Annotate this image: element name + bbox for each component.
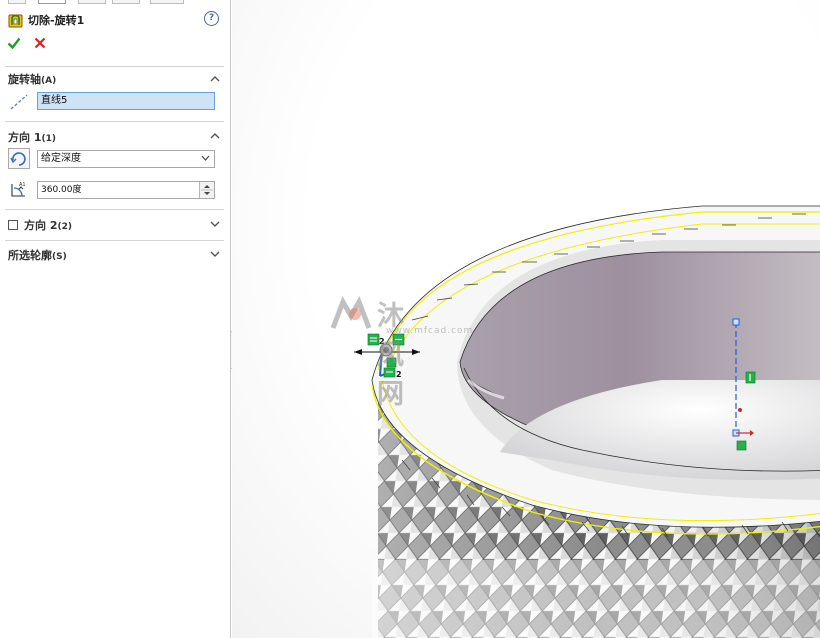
- section-direction2-header[interactable]: 方向 2(2): [24, 217, 72, 233]
- section-contours-header[interactable]: 所选轮廓(S): [8, 247, 67, 263]
- watermark-logo: [330, 296, 372, 329]
- watermark-url: www.mfcad.com: [386, 326, 474, 336]
- end-condition-value: 给定深度: [41, 153, 81, 164]
- tab-dimxpert[interactable]: [112, 0, 140, 4]
- spinner-arrows-icon: [201, 185, 213, 195]
- section-contours-count: (S): [52, 252, 67, 262]
- axis-line-icon: [10, 94, 28, 110]
- direction2-checkbox[interactable]: [8, 220, 18, 230]
- ok-check-icon[interactable]: [7, 36, 21, 50]
- chevron-down-icon[interactable]: [210, 221, 220, 228]
- reverse-direction-button[interactable]: [8, 148, 30, 169]
- divider: [5, 209, 224, 210]
- property-manager: 切除-旋转1 ? 旋转轴(A) 直线5 方向 1(1) 给定深度 A1 360.…: [0, 0, 231, 638]
- section-axis-header[interactable]: 旋转轴(A): [8, 71, 56, 87]
- tab-property-manager[interactable]: [38, 0, 66, 4]
- section-contours-label: 所选轮廓: [8, 249, 52, 262]
- axis-selection-field[interactable]: 直线5: [37, 92, 215, 110]
- divider: [5, 240, 224, 241]
- panel-tabs: [0, 0, 231, 5]
- section-direction1-count: (1): [41, 134, 56, 144]
- divider: [5, 121, 224, 122]
- section-axis-label: 旋转轴: [8, 73, 41, 86]
- svg-text:A1: A1: [19, 182, 26, 188]
- tab-feature-manager[interactable]: [8, 0, 26, 4]
- angle-value: 360.00度: [41, 185, 82, 195]
- fix-relation-icon: [736, 440, 747, 451]
- end-condition-select[interactable]: 给定深度: [37, 150, 215, 168]
- angle-spinner[interactable]: [199, 182, 214, 198]
- section-direction2-count: (2): [57, 222, 72, 232]
- panel-header: 切除-旋转1: [8, 11, 84, 29]
- graphics-viewport[interactable]: 2 2 沐风网 www.mfcad.com: [232, 0, 820, 638]
- feature-title: 切除-旋转1: [28, 14, 85, 27]
- help-icon[interactable]: ?: [204, 11, 219, 26]
- reverse-direction-icon: [10, 152, 26, 166]
- section-axis-count: (A): [41, 76, 57, 86]
- watermark: 沐风网 www.mfcad.com: [329, 294, 472, 410]
- section-direction2-label: 方向 2: [24, 219, 58, 232]
- tab-display-manager[interactable]: [150, 0, 184, 4]
- chevron-up-icon[interactable]: [210, 75, 220, 82]
- chevron-down-icon[interactable]: [210, 251, 220, 258]
- chevron-up-icon[interactable]: [210, 132, 220, 139]
- cancel-x-icon[interactable]: [33, 36, 47, 50]
- revolve-cut-icon: [8, 14, 23, 27]
- section-direction1-header[interactable]: 方向 1(1): [8, 129, 56, 145]
- angle-input[interactable]: 360.00度: [37, 181, 215, 199]
- section-direction1-label: 方向 1: [8, 131, 42, 144]
- divider: [5, 66, 224, 67]
- model-scene: 2 2: [354, 205, 820, 638]
- chevron-down-icon: [201, 155, 210, 161]
- angle-icon: A1: [11, 182, 26, 197]
- watermark-brand: 沐风网: [377, 301, 406, 410]
- tab-configuration-manager[interactable]: [78, 0, 106, 4]
